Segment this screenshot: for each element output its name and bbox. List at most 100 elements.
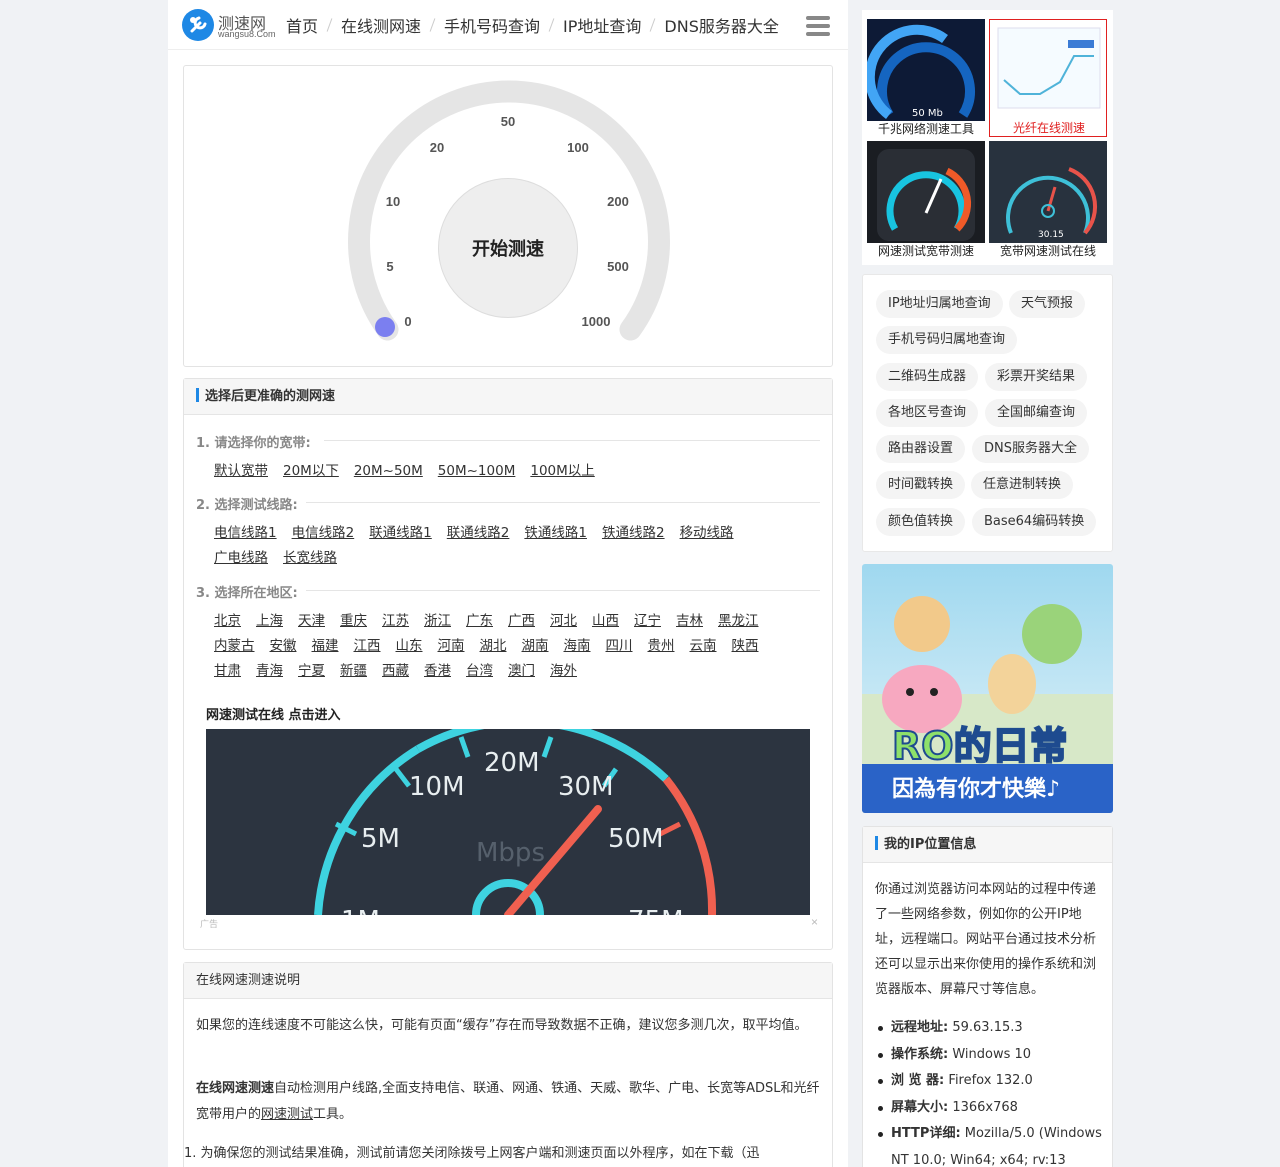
region-option[interactable]: 重庆 (340, 609, 367, 634)
region-option[interactable]: 黑龙江 (718, 609, 759, 634)
route-option[interactable]: 联通线路2 (447, 521, 510, 546)
region-option[interactable]: 海南 (564, 634, 591, 659)
tool-postcode[interactable]: 全国邮编查询 (985, 399, 1088, 427)
region-option[interactable]: 浙江 (424, 609, 451, 634)
nav-home[interactable]: 首页 (286, 13, 318, 37)
bandwidth-option[interactable]: 50M~100M (438, 459, 516, 484)
tool-phone-location[interactable]: 手机号码归属地查询 (876, 326, 1018, 354)
route-option[interactable]: 移动线路 (680, 521, 734, 546)
intro-paragraph-3: 1. 为确保您的测试结果准确，测试前请您关闭除拨号上网客户端和测速页面以外程序，… (184, 1146, 760, 1161)
site-logo[interactable]: 测速网 wangsu8.Com (182, 9, 276, 41)
ip-item-screen: 屏幕大小: 1366x768 (875, 1095, 1105, 1122)
region-option[interactable]: 西藏 (382, 659, 409, 684)
hamburger-menu-icon[interactable] (806, 16, 830, 36)
region-option[interactable]: 陕西 (732, 634, 759, 659)
nav-dns-list[interactable]: DNS服务器大全 (664, 13, 778, 37)
ad-speedometer-image[interactable]: 10M 20M 30M 5M 50M 1M 75M Mbps (206, 729, 810, 915)
region-option[interactable]: 河南 (438, 634, 465, 659)
bandwidth-option[interactable]: 20M以下 (283, 459, 339, 484)
thumb-caption: 宽带网速测试在线 (989, 243, 1107, 259)
tool-dns[interactable]: DNS服务器大全 (972, 435, 1089, 463)
thumb-label-50mb: 50 Mb (912, 108, 943, 119)
region-option[interactable]: 江苏 (382, 609, 409, 634)
region-option[interactable]: 青海 (256, 659, 283, 684)
region-option[interactable]: 湖南 (522, 634, 549, 659)
region-option[interactable]: 香港 (424, 659, 451, 684)
thumb-fiber-test[interactable]: 光纤在线测速 (989, 19, 1107, 137)
region-option[interactable]: 湖北 (480, 634, 507, 659)
nav-phone-lookup[interactable]: 手机号码查询 (444, 13, 540, 37)
tool-radix[interactable]: 任意进制转换 (971, 471, 1074, 499)
thumb-caption: 光纤在线测速 (990, 120, 1106, 136)
bandwidth-options: 默认宽带 20M以下 20M~50M 50M~100M 100M以上 (214, 459, 814, 484)
region-option[interactable]: 海外 (550, 659, 577, 684)
region-option[interactable]: 安徽 (270, 634, 297, 659)
region-option[interactable]: 云南 (690, 634, 717, 659)
bandwidth-option[interactable]: 100M以上 (530, 459, 594, 484)
ad-close-icon[interactable]: × (811, 915, 818, 929)
bandwidth-option[interactable]: 默认宽带 (214, 459, 268, 484)
region-option[interactable]: 广东 (466, 609, 493, 634)
region-option[interactable]: 澳门 (508, 659, 535, 684)
bandwidth-option[interactable]: 20M~50M (354, 459, 423, 484)
ad-label-30m: 30M (558, 772, 614, 802)
nav-separator (650, 18, 656, 32)
tools-tag-box: IP地址归属地查询 天气预报 手机号码归属地查询 二维码生成器 彩票开奖结果 各… (862, 274, 1113, 552)
region-option[interactable]: 江西 (354, 634, 381, 659)
tool-area-code[interactable]: 各地区号查询 (876, 399, 979, 427)
region-option[interactable]: 宁夏 (298, 659, 325, 684)
nav-separator (326, 18, 333, 32)
region-option[interactable]: 贵州 (648, 634, 675, 659)
region-option[interactable]: 北京 (214, 609, 241, 634)
ad-title[interactable]: 网速测试在线 点击进入 (206, 704, 341, 723)
region-option[interactable]: 河北 (550, 609, 577, 634)
region-option[interactable]: 山东 (396, 634, 423, 659)
region-option[interactable]: 甘肃 (214, 659, 241, 684)
divider (306, 590, 820, 591)
gauge-label-20: 20 (429, 140, 445, 155)
thumb-gigabit-tool[interactable]: 50 Mb 千兆网络测速工具 (867, 19, 985, 137)
route-option[interactable]: 广电线路 (214, 546, 268, 571)
tool-color[interactable]: 颜色值转换 (876, 508, 966, 536)
nav-ip-lookup[interactable]: IP地址查询 (563, 13, 641, 37)
thumb-online-test[interactable]: 30.15 宽带网速测试在线 (989, 141, 1107, 259)
region-option[interactable]: 广西 (508, 609, 535, 634)
tool-timestamp[interactable]: 时间戳转换 (876, 471, 966, 499)
ad-label-1m: 1M (341, 906, 380, 915)
tool-router[interactable]: 路由器设置 (876, 435, 966, 463)
intro-paragraph-1: 如果您的连线速度不可能这么快，可能有页面“缓存”存在而导致数据不正确，建议您多测… (196, 1018, 808, 1033)
ad-label-mbps: Mbps (476, 838, 545, 868)
region-option[interactable]: 吉林 (676, 609, 703, 634)
thumb-broadband-test[interactable]: 网速测试宽带测速 (867, 141, 985, 259)
side-column: 50 Mb 千兆网络测速工具 光纤在线测速 网速测试宽带测速 30.15 宽带网… (862, 0, 1114, 1167)
divider (324, 440, 820, 441)
region-option[interactable]: 山西 (592, 609, 619, 634)
region-option[interactable]: 福建 (312, 634, 339, 659)
ad-label-75m: 75M (628, 906, 684, 915)
route-option[interactable]: 铁通线路2 (602, 521, 665, 546)
tool-ip-location[interactable]: IP地址归属地查询 (876, 290, 1003, 318)
route-option[interactable]: 长宽线路 (283, 546, 337, 571)
start-test-button[interactable]: 开始测速 (438, 178, 578, 318)
region-option[interactable]: 天津 (298, 609, 325, 634)
route-option[interactable]: 电信线路1 (214, 521, 277, 546)
tool-qrcode[interactable]: 二维码生成器 (876, 363, 979, 391)
region-option[interactable]: 辽宁 (634, 609, 661, 634)
route-option[interactable]: 电信线路2 (292, 521, 355, 546)
tool-base64[interactable]: Base64编码转换 (972, 508, 1097, 536)
region-option[interactable]: 台湾 (466, 659, 493, 684)
thumb-label-speed: 30.15 (1038, 230, 1064, 240)
tool-lottery[interactable]: 彩票开奖结果 (985, 363, 1088, 391)
speed-test-link[interactable]: 网速测试 (261, 1107, 313, 1122)
nav-speed-test[interactable]: 在线测网速 (341, 13, 421, 37)
route-option[interactable]: 联通线路1 (369, 521, 432, 546)
region-option[interactable]: 新疆 (340, 659, 367, 684)
game-ad-banner[interactable]: RO的日常 因為有你才快樂♪ (862, 564, 1113, 813)
ip-item-http-ua: HTTP详细: Mozilla/5.0 (Windows NT 10.0; Wi… (875, 1121, 1105, 1167)
route-option[interactable]: 铁通线路1 (524, 521, 587, 546)
region-option[interactable]: 内蒙古 (214, 634, 255, 659)
region-option[interactable]: 四川 (606, 634, 633, 659)
banner-subtitle: 因為有你才快樂♪ (892, 776, 1060, 802)
tool-weather[interactable]: 天气预报 (1009, 290, 1086, 318)
region-option[interactable]: 上海 (256, 609, 283, 634)
